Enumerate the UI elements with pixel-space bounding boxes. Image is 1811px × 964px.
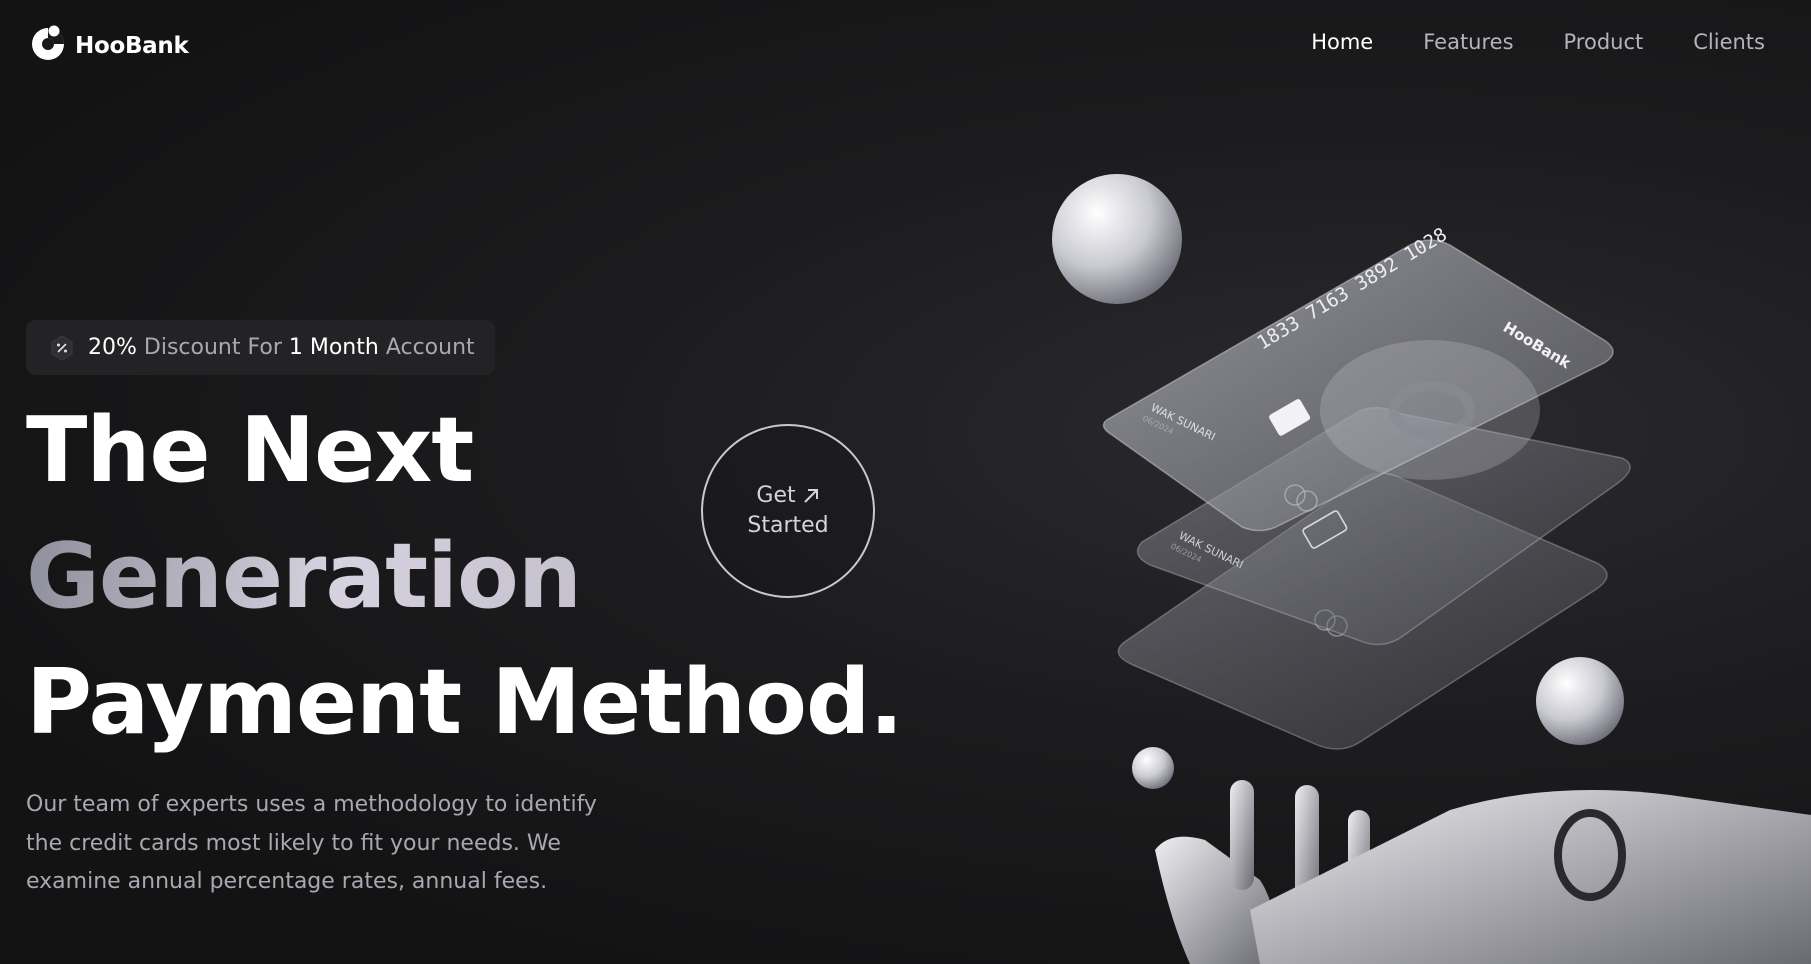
hero-title-line-1: The Next <box>26 398 474 503</box>
hero-illustration: WAK SUNARI 06/2024 1833 7163 3892 1028 H… <box>1052 174 1811 964</box>
nav-links: Home Features Product Clients <box>1311 30 1765 54</box>
get-started-button[interactable]: Get Started <box>701 424 875 598</box>
get-started-label-1: Get <box>756 483 796 508</box>
nav-link-features[interactable]: Features <box>1423 30 1513 54</box>
discount-percent: 20% <box>88 335 137 360</box>
brand-name: HooBank <box>75 33 189 59</box>
arrow-up-right-icon <box>803 489 818 503</box>
navbar: HooBank Home Features Product Clients <box>0 0 1811 90</box>
hero-title-line-3: Payment Method. <box>26 650 904 755</box>
nav-link-home[interactable]: Home <box>1311 30 1373 54</box>
hero-title-line-2: Generation <box>26 524 582 629</box>
get-started-label-2: Started <box>747 513 829 538</box>
sphere-right <box>1536 657 1624 745</box>
discount-badge: 20% Discount For 1 Month Account <box>26 320 495 375</box>
sphere-large <box>1052 174 1182 304</box>
sphere-small <box>1132 747 1174 789</box>
nav-link-clients[interactable]: Clients <box>1693 30 1765 54</box>
discount-label-1: Discount For <box>143 335 282 360</box>
discount-label-2: Account <box>385 335 475 360</box>
robot-hand <box>1155 780 1811 964</box>
discount-period: 1 Month <box>288 335 379 360</box>
discount-text: 20% Discount For 1 Month Account <box>88 335 475 360</box>
brand-logo[interactable]: HooBank <box>29 22 189 64</box>
hoobank-logo-icon <box>32 25 64 60</box>
hero-description: Our team of experts uses a methodology t… <box>26 792 597 894</box>
nav-link-product[interactable]: Product <box>1564 30 1644 54</box>
discount-icon <box>51 334 73 361</box>
